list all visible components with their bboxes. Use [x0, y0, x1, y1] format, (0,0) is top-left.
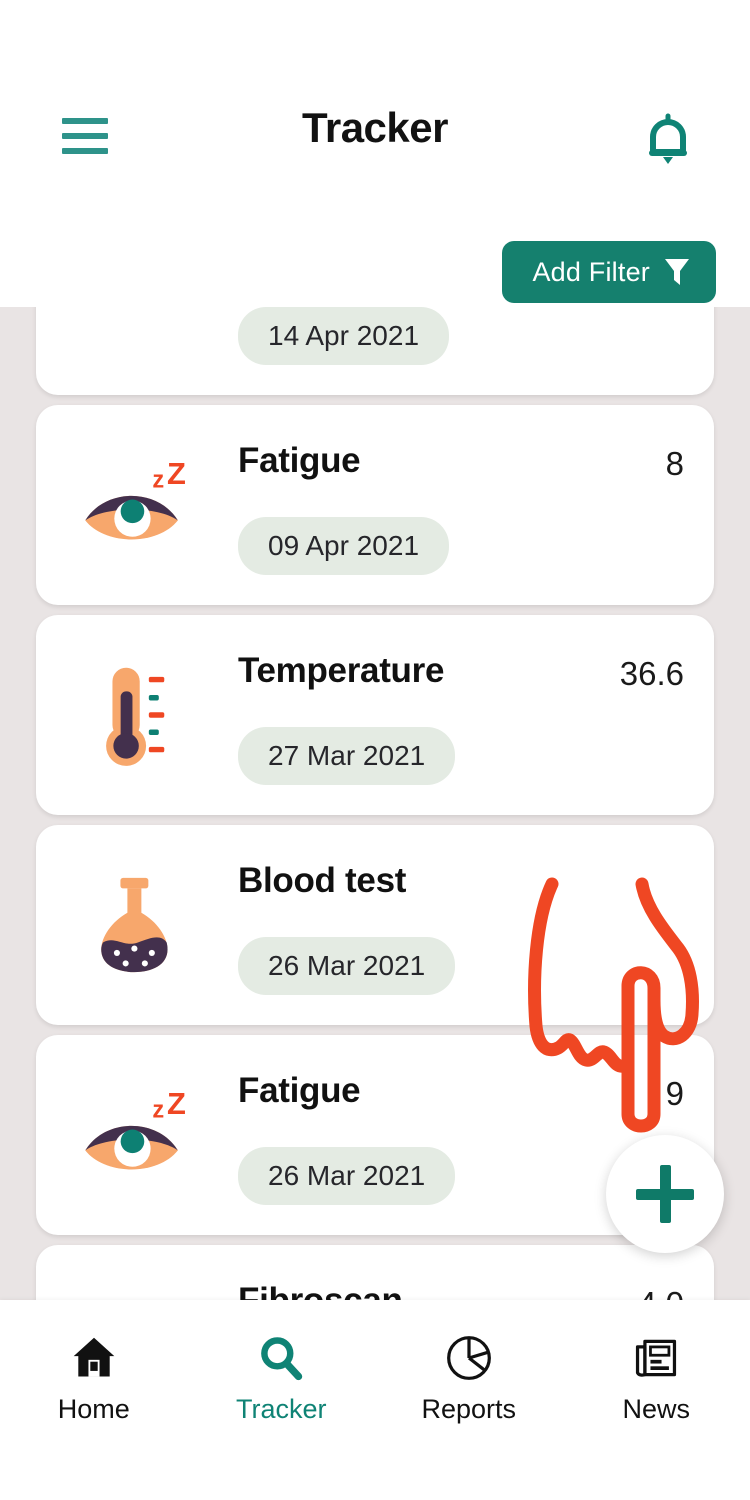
card-value: 4.0	[638, 1285, 684, 1300]
flask-icon	[72, 865, 202, 985]
page-title: Tracker	[302, 104, 448, 151]
search-icon	[255, 1332, 307, 1384]
app-root: Tracker Add Filter 14 Apr 2021 z Z Fatig…	[0, 0, 750, 1500]
newspaper-icon	[630, 1332, 682, 1384]
sleepy-eye-icon: z Z	[85, 1086, 186, 1170]
home-icon	[68, 1332, 120, 1384]
pie-chart-icon	[443, 1332, 495, 1384]
card-date-pill: 14 Apr 2021	[238, 307, 450, 365]
card-value: 36.6	[619, 655, 684, 692]
thermometer-icon	[106, 667, 165, 766]
partial-card-icon	[89, 305, 185, 349]
thermometer-icon	[72, 655, 202, 775]
card-date-pill: 27 Mar 2021	[238, 727, 456, 785]
funnel-icon	[665, 259, 689, 285]
card-title: Blood test	[238, 861, 407, 900]
card-title: Temperature	[238, 651, 445, 690]
app-header: Tracker	[0, 0, 750, 215]
sleepy-eye-icon: z Z	[72, 1075, 202, 1195]
nav-item-tracker[interactable]: Tracker	[188, 1332, 376, 1425]
svg-text:Z: Z	[167, 1086, 186, 1121]
card-value: 9	[665, 1075, 684, 1112]
nav-item-news[interactable]: News	[563, 1332, 750, 1425]
add-entry-fab[interactable]	[606, 1135, 724, 1253]
partial-card-icon	[72, 305, 202, 355]
bottom-navigation: Home Tracker Reports News	[0, 1300, 750, 1500]
card-value: 8	[665, 445, 684, 482]
nav-item-reports[interactable]: Reports	[375, 1332, 563, 1425]
tracker-card[interactable]: z Z Fatigue 8 09 Apr 2021	[36, 405, 714, 605]
tracker-card[interactable]: Fibroscan 4.0	[36, 1245, 714, 1300]
flask-icon	[101, 877, 168, 973]
sleepy-eye-icon: z Z	[72, 445, 202, 565]
card-title: Fatigue	[238, 1071, 361, 1110]
nav-item-home[interactable]: Home	[0, 1332, 188, 1425]
bell-glyph	[649, 113, 687, 164]
fibroscan-icon	[72, 1285, 202, 1300]
nav-label-reports: Reports	[421, 1394, 517, 1424]
tracker-card[interactable]: Blood test 26 Mar 2021	[36, 825, 714, 1025]
card-date-pill: 26 Mar 2021	[238, 1147, 456, 1205]
card-date-pill: 26 Mar 2021	[238, 937, 456, 995]
fibroscan-icon	[89, 1291, 185, 1300]
plus-icon	[659, 1165, 671, 1223]
svg-text:z: z	[152, 1098, 164, 1124]
notification-bell-icon[interactable]	[642, 110, 694, 166]
nav-label-news: News	[622, 1394, 690, 1424]
svg-text:z: z	[152, 468, 164, 494]
tracker-card[interactable]: 14 Apr 2021	[36, 305, 714, 395]
nav-label-home: Home	[57, 1394, 130, 1424]
card-title: Fatigue	[238, 441, 361, 480]
svg-text:Z: Z	[167, 456, 186, 491]
add-filter-button[interactable]: Add Filter	[502, 241, 716, 303]
card-date-pill: 09 Apr 2021	[238, 517, 450, 575]
nav-label-tracker: Tracker	[235, 1394, 327, 1424]
add-filter-label: Add Filter	[532, 256, 650, 287]
tracker-card[interactable]: Temperature 36.6 27 Mar 2021	[36, 615, 714, 815]
card-title: Fibroscan	[238, 1281, 403, 1300]
sleepy-eye-icon: z Z	[85, 456, 186, 540]
filter-bar: Add Filter	[0, 215, 750, 307]
